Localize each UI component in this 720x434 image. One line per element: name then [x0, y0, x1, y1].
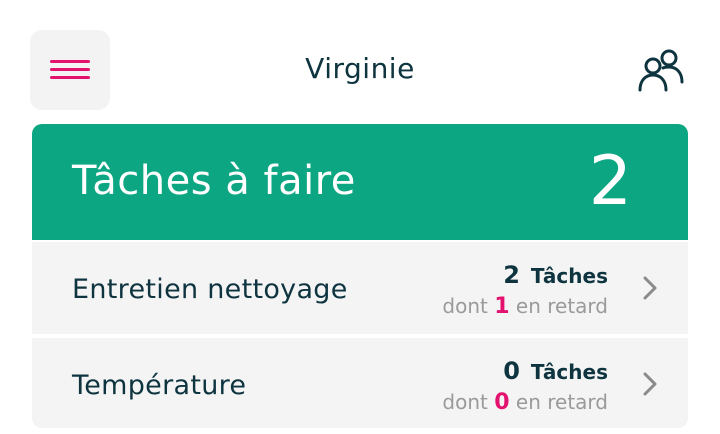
late-count: 0 — [494, 390, 510, 415]
tasks-count-line: 0 Tâches — [442, 356, 608, 387]
dont-text: dont — [442, 390, 488, 414]
users-group-icon[interactable] — [636, 46, 686, 94]
task-category-row-entretien[interactable]: Entretien nettoyage 2 Tâches dont 1 en r… — [32, 242, 688, 334]
chevron-right-icon — [643, 372, 657, 396]
late-count: 1 — [494, 294, 510, 319]
tasks-card-header[interactable]: Tâches à faire 2 — [32, 124, 688, 240]
tasks-word: Tâches — [530, 360, 608, 384]
tasks-card: Tâches à faire 2 Entretien nettoyage 2 T… — [32, 124, 688, 428]
tasks-count: 2 — [503, 261, 520, 289]
user-name-title: Virginie — [305, 52, 415, 85]
tasks-total-count: 2 — [588, 142, 632, 221]
tasks-count-line: 2 Tâches — [442, 260, 608, 291]
tasks-word: Tâches — [530, 264, 608, 288]
tasks-count: 0 — [503, 357, 520, 385]
late-count-line: dont 0 en retard — [442, 387, 608, 418]
late-text: en retard — [515, 390, 608, 414]
late-count-line: dont 1 en retard — [442, 291, 608, 322]
chevron-right-icon — [643, 276, 657, 300]
task-category-label: Température — [72, 370, 247, 401]
task-category-summary: 0 Tâches dont 0 en retard — [442, 356, 608, 418]
late-text: en retard — [515, 294, 608, 318]
task-category-row-temperature[interactable]: Température 0 Tâches dont 0 en retard — [32, 338, 688, 428]
dont-text: dont — [442, 294, 488, 318]
task-category-label: Entretien nettoyage — [72, 274, 348, 305]
task-category-summary: 2 Tâches dont 1 en retard — [442, 260, 608, 322]
app-header: Virginie — [0, 0, 720, 120]
tasks-card-title: Tâches à faire — [72, 158, 356, 204]
